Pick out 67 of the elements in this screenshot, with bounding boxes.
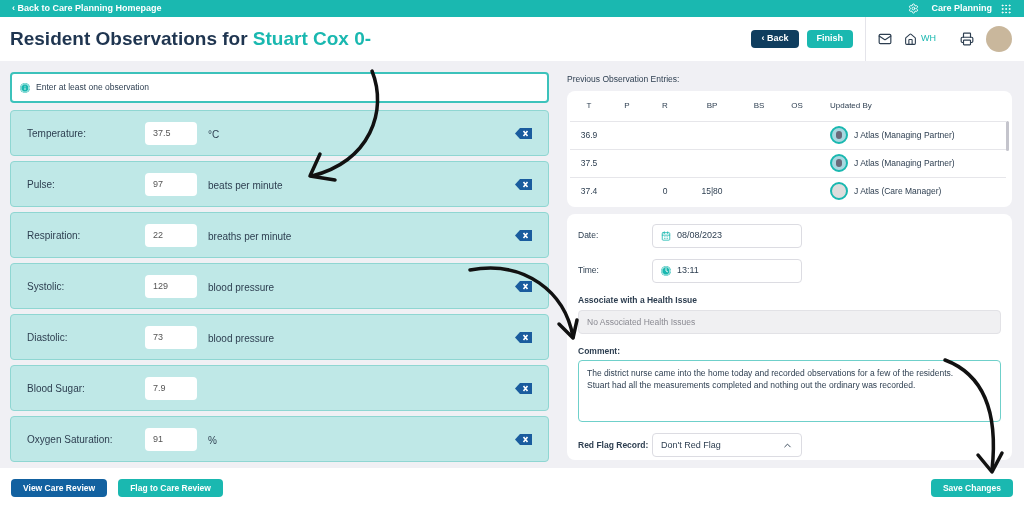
observation-input[interactable]: 7.9 (145, 376, 197, 400)
clear-icon[interactable] (515, 331, 532, 343)
section-title: Previous Observation Entries: (567, 73, 681, 86)
flag-record-label: Red Flag Record: (578, 438, 650, 452)
alert-text: Enter at least one observation (36, 81, 149, 94)
print-icon[interactable] (960, 32, 974, 46)
unit-text: % (208, 435, 217, 446)
observation-label: Blood Sugar: (27, 381, 86, 396)
calendar-icon (661, 230, 671, 241)
clear-icon[interactable] (515, 382, 532, 394)
clear-icon[interactable] (515, 280, 532, 292)
clear-icon[interactable] (515, 433, 532, 445)
date-field[interactable]: 08/08/2023 (652, 223, 802, 248)
table-cell: 15|80 (701, 185, 723, 196)
observation-input[interactable]: 91 (145, 427, 197, 451)
comment-field[interactable]: The district nurse came into the home today and recorded observations for a few of the residents. Stuart had all the measurements completed and nothing out the ordinary was recorded. (578, 360, 1001, 423)
unit-text: °C (208, 129, 220, 140)
unit-text: blood pressure (208, 282, 275, 293)
table-cell: 36.9 (580, 129, 598, 140)
observation-label: Respiration: (27, 228, 82, 243)
time-field[interactable]: 13:11 (652, 258, 802, 283)
time-label: Time: (578, 264, 600, 278)
observation-label: Systolic: (27, 279, 66, 294)
view-care-review-button[interactable]: View Care Review (11, 479, 108, 497)
column-header: R (661, 99, 669, 112)
observation-input[interactable]: 22 (145, 223, 197, 247)
unit-text: blood pressure (208, 333, 275, 344)
unit-text: beats per minute (208, 180, 283, 191)
column-header: OS (790, 99, 804, 112)
updated-by: J Atlas (Care Manager) (854, 184, 942, 198)
column-header: T (585, 99, 593, 112)
home-icon[interactable] (904, 32, 917, 46)
table-cell: 0 (662, 185, 668, 196)
unit-text: breaths per minute (208, 231, 292, 242)
comment-label: Comment: (578, 344, 622, 358)
avatar-icon (830, 154, 848, 173)
column-header: Updated By (830, 99, 872, 112)
table-cell: 37.4 (580, 185, 598, 196)
observation-input[interactable]: 37.5 (145, 121, 197, 145)
clock-icon (661, 265, 671, 276)
clear-icon[interactable] (515, 127, 532, 139)
column-header: P (623, 99, 631, 112)
column-header: BS (752, 99, 766, 112)
back-button[interactable]: ‹ Back (751, 30, 799, 48)
observation-input[interactable]: 129 (145, 274, 197, 298)
updated-by: J Atlas (Managing Partner) (854, 156, 955, 170)
clear-icon[interactable] (515, 229, 532, 241)
page-title: Resident Observations for Stuart Cox 0- (10, 26, 372, 51)
clear-icon[interactable] (515, 178, 532, 190)
avatar-icon (830, 182, 848, 201)
observation-input[interactable]: 73 (145, 325, 197, 349)
avatar-icon (830, 126, 848, 145)
health-label: Associate with a Health Issue (578, 293, 699, 307)
info-icon (20, 82, 30, 93)
observation-input[interactable]: 97 (145, 172, 197, 196)
health-issue-field[interactable]: No Associated Health Issues (578, 309, 1001, 334)
date-label: Date: (578, 229, 600, 243)
table-cell: 37.5 (580, 157, 598, 168)
observation-label: Oxygen Saturation: (27, 432, 114, 447)
observation-label: Pulse: (27, 177, 56, 192)
scrollbar (1006, 120, 1009, 151)
column-header: BP (705, 99, 719, 112)
updated-by: J Atlas (Managing Partner) (854, 128, 955, 142)
observation-label: Temperature: (27, 126, 87, 141)
flag-record-select[interactable]: Don't Red Flag (652, 433, 802, 458)
mail-icon[interactable] (878, 32, 892, 46)
observation-label: Diastolic: (27, 330, 69, 345)
